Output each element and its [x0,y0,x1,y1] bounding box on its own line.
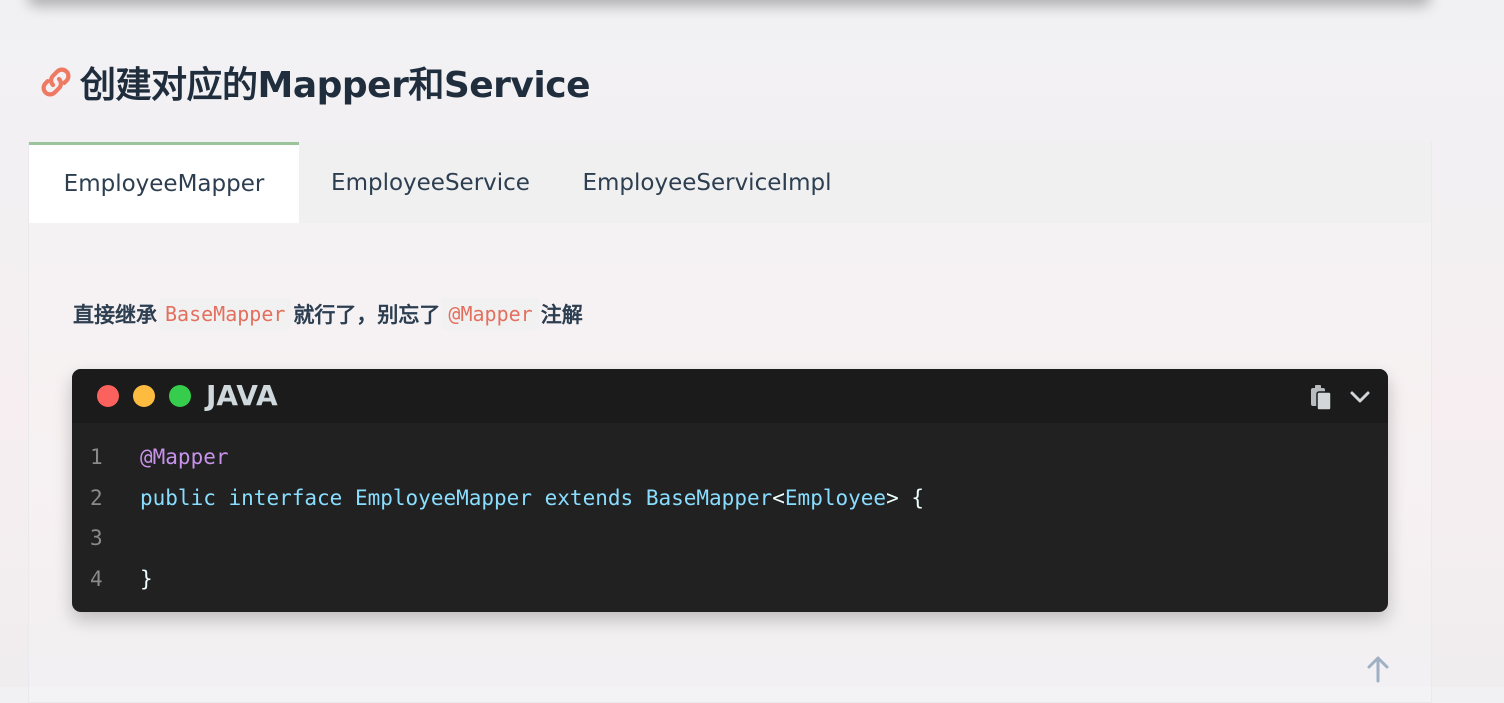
code-token: @Mapper [140,445,229,470]
code-line: 4} [72,559,1388,600]
code-token: extends [544,485,634,510]
description-text-3: 注解 [540,303,583,327]
line-number: 3 [90,526,103,551]
line-number: 2 [90,485,103,510]
code-tabs: EmployeeMapper EmployeeService EmployeeS… [28,142,1432,703]
tab-employee-service-impl[interactable]: EmployeeServiceImpl [562,142,852,223]
tab-employee-mapper[interactable]: EmployeeMapper [29,142,299,223]
code-header: JAVA [72,369,1388,423]
line-number: 1 [90,445,103,470]
code-line: 1 @Mapper [72,437,1388,478]
code-token: EmployeeMapper [354,485,532,510]
line-number: 4 [90,566,103,591]
chevron-down-icon[interactable] [1348,385,1372,409]
description-text-1: 直接继承 [73,303,157,327]
code-language-label: JAVA [206,379,278,412]
section-heading: 创建对应的Mapper和Service [36,56,591,108]
code-token: public [140,485,216,510]
code-token: Employee [784,485,887,510]
code-token: interface [228,485,343,510]
code-block: JAVA 1 @Mapper 2 public interface EmployeeM… [72,369,1388,612]
tab-employee-service[interactable]: EmployeeService [299,142,562,223]
code-body: 1 @Mapper 2 public interface EmployeeMapper… [72,423,1388,599]
window-close-dot [97,385,119,407]
code-line: 3 [72,518,1388,559]
link-icon[interactable] [36,62,76,102]
code-source: public interface EmployeeMapper extends … [140,486,924,510]
description-text-2: 就行了，别忘了 [293,303,441,327]
code-line: 2 public interface EmployeeMapper extends… [72,478,1388,519]
page-title: 创建对应的Mapper和Service [80,65,591,106]
code-token: } [140,566,153,591]
inline-code-mapper-annotation: @Mapper [442,298,539,330]
tab-bar: EmployeeMapper EmployeeService EmployeeS… [29,142,1431,223]
copy-icon[interactable] [1308,383,1336,411]
code-source: } [140,567,153,591]
window-maximize-dot [169,385,191,407]
code-token: < [772,485,785,510]
code-token: BaseMapper [645,485,773,510]
tab-description: 直接继承 BaseMapper 就行了，别忘了 @Mapper 注解 [73,294,583,334]
code-source: @Mapper [140,445,229,469]
window-minimize-dot [133,385,155,407]
code-token: > { [886,485,924,510]
arrow-up-icon[interactable] [1364,654,1392,684]
inline-code-basemapper: BaseMapper [159,298,292,330]
